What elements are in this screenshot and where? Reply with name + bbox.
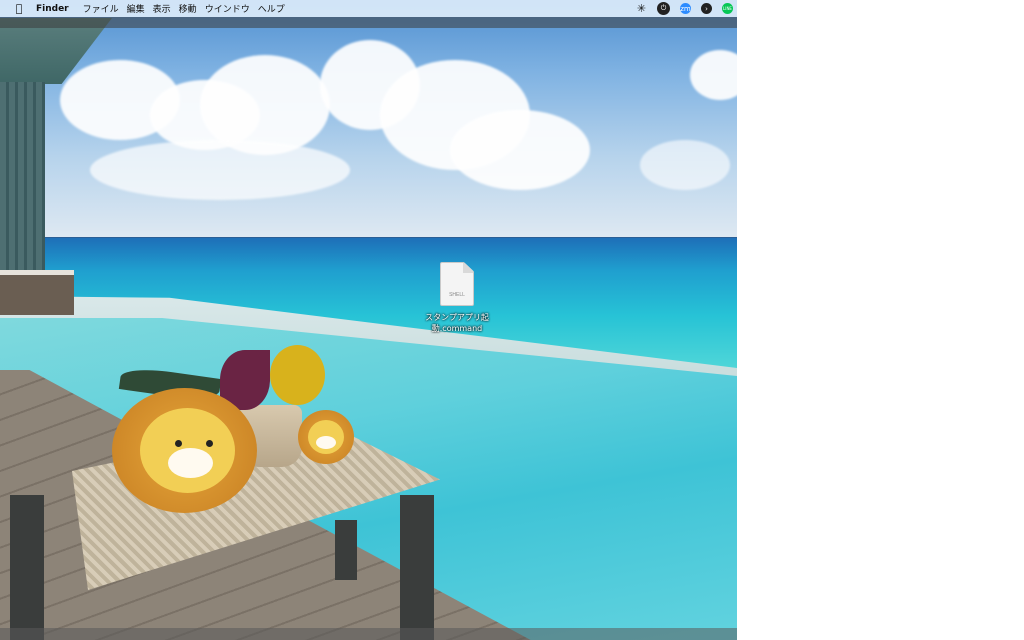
blank-area <box>737 0 1024 640</box>
power-icon[interactable]: ⏻ <box>657 2 670 15</box>
bench-leg <box>10 495 44 640</box>
menu-help[interactable]: ヘルプ <box>258 2 293 15</box>
status-area: ✳ ⏻ zm › LINE <box>636 2 737 15</box>
lion-eye <box>175 440 182 447</box>
dock-strip <box>0 628 737 640</box>
line-label: LINE <box>723 6 732 11</box>
menu-view[interactable]: 表示 <box>153 2 179 15</box>
lion-muzzle <box>168 448 213 478</box>
shell-document-icon <box>440 262 474 306</box>
lion-eye <box>206 440 213 447</box>
file-name-line2: 動.command <box>431 324 483 333</box>
file-type-badge: SHELL <box>449 292 465 298</box>
menu-bar:  Finder ファイル 編集 表示 移動 ウインドウ ヘルプ ✳ ⏻ zm … <box>0 0 737 17</box>
file-name-line1: スタンプアプリ起 <box>425 313 489 322</box>
terminal-icon[interactable]: › <box>701 3 712 14</box>
menu-finder[interactable]: Finder <box>36 4 77 14</box>
menu-go[interactable]: 移動 <box>179 2 205 15</box>
flower <box>270 345 325 405</box>
menu-edit[interactable]: 編集 <box>127 2 153 15</box>
wallpaper-sky <box>0 0 737 240</box>
file-name-label: スタンプアプリ起 動.command <box>418 312 496 334</box>
lion-muzzle <box>316 436 336 449</box>
menu-file[interactable]: ファイル <box>83 2 127 15</box>
window-shadow-strip <box>0 17 737 28</box>
desktop-file-icon[interactable]: SHELL スタンプアプリ起 動.command <box>418 262 496 334</box>
lounger <box>0 270 74 315</box>
bench-leg <box>335 520 357 580</box>
menu-window[interactable]: ウインドウ <box>205 2 258 15</box>
zoom-label: zm <box>680 4 691 13</box>
desktop[interactable]: SHELL スタンプアプリ起 動.command  Finder ファイル 編… <box>0 0 737 640</box>
building-wall <box>0 82 45 272</box>
line-icon[interactable]: LINE <box>722 3 733 14</box>
apple-icon[interactable]:  <box>10 2 28 15</box>
zoom-icon[interactable]: zm <box>680 3 691 14</box>
gear-icon[interactable]: ✳ <box>636 2 647 15</box>
bench-leg <box>400 495 434 640</box>
